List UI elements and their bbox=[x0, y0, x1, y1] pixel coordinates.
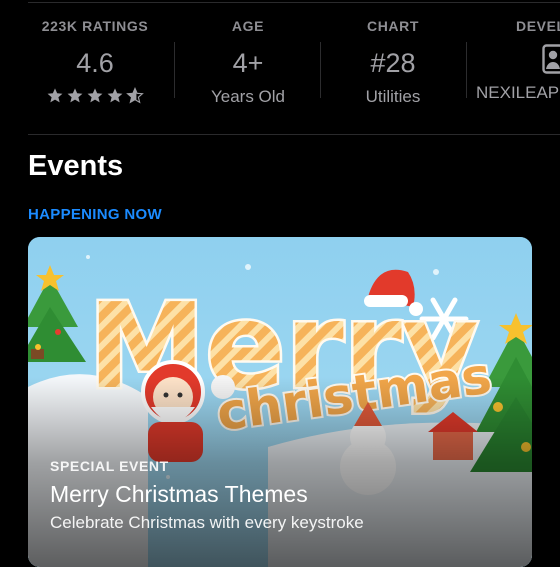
stat-age-value: 4+ bbox=[178, 48, 318, 79]
stat-developer[interactable]: DEVEL NEXILEAP bbox=[476, 18, 560, 103]
stat-separator bbox=[174, 42, 175, 98]
developer-person-icon bbox=[542, 44, 560, 79]
info-stats-bar[interactable]: 223K RATINGS 4.6 AGE 4+ Years Old CHART … bbox=[0, 18, 560, 118]
section-title-events: Events bbox=[28, 150, 123, 183]
stat-chart[interactable]: CHART #28 Utilities bbox=[323, 18, 463, 107]
section-divider bbox=[28, 134, 560, 135]
stat-ratings-label: 223K RATINGS bbox=[25, 18, 165, 34]
star-icon bbox=[46, 87, 64, 104]
stat-chart-value: #28 bbox=[323, 48, 463, 79]
stat-ratings[interactable]: 223K RATINGS 4.6 bbox=[25, 18, 165, 104]
top-divider bbox=[28, 2, 560, 3]
stat-ratings-value: 4.6 bbox=[25, 48, 165, 79]
stat-developer-label: DEVEL bbox=[516, 18, 560, 34]
rating-stars bbox=[25, 87, 165, 104]
stat-age-label: AGE bbox=[178, 18, 318, 34]
star-icon bbox=[66, 87, 84, 104]
star-half-icon bbox=[126, 87, 144, 104]
stat-age[interactable]: AGE 4+ Years Old bbox=[178, 18, 318, 107]
event-card[interactable]: Merry christmas SPECIAL EVENT bbox=[28, 237, 532, 567]
stat-separator bbox=[320, 42, 321, 98]
stat-developer-sub: NEXILEAP bbox=[476, 83, 560, 103]
stat-separator bbox=[466, 42, 467, 98]
star-icon bbox=[106, 87, 124, 104]
stat-chart-label: CHART bbox=[323, 18, 463, 34]
stat-age-sub: Years Old bbox=[178, 87, 318, 107]
card-subtitle: Celebrate Christmas with every keystroke bbox=[50, 513, 364, 533]
card-title: Merry Christmas Themes bbox=[50, 481, 308, 508]
card-event-tag: SPECIAL EVENT bbox=[50, 458, 169, 474]
happening-now-label: HAPPENING NOW bbox=[28, 206, 162, 223]
stat-chart-sub: Utilities bbox=[323, 87, 463, 107]
star-icon bbox=[86, 87, 104, 104]
